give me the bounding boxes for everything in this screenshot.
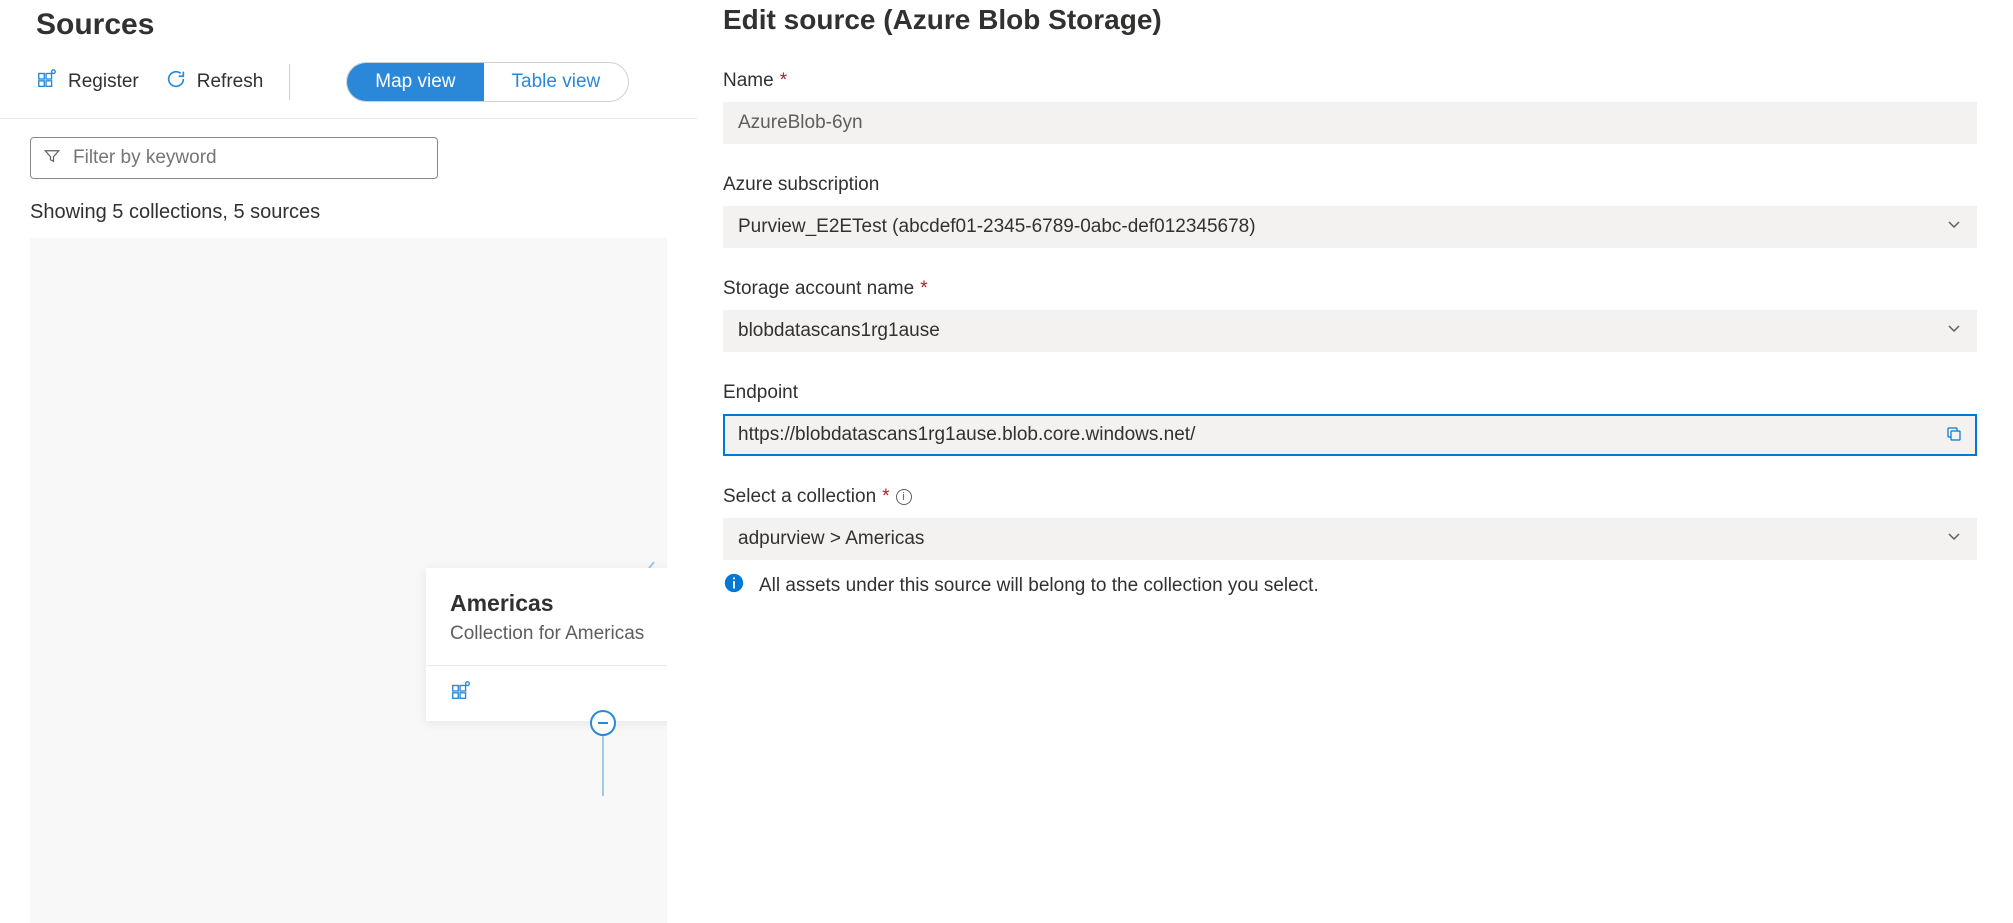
collection-label: Select a collection (723, 486, 876, 508)
refresh-label: Refresh (197, 71, 264, 93)
register-button[interactable]: Register (36, 68, 139, 96)
toolbar-separator (289, 64, 290, 100)
register-grid-icon (36, 68, 58, 96)
storage-label: Storage account name (723, 278, 914, 300)
toolbar: Register Refresh Map view Table view (0, 62, 697, 119)
filter-icon (43, 147, 61, 170)
collection-dropdown[interactable]: adpurview > Americas (723, 518, 1977, 560)
name-label: Name (723, 70, 774, 92)
filter-input-wrapper[interactable] (30, 137, 438, 179)
endpoint-value: https://blobdatascans1rg1ause.blob.core.… (738, 424, 1943, 446)
storage-account-dropdown[interactable]: blobdatascans1rg1ause (723, 310, 1977, 352)
chevron-down-icon (1946, 528, 1962, 550)
required-indicator: * (920, 278, 927, 300)
edit-source-panel: Edit source (Azure Blob Storage) Name * … (697, 0, 2013, 923)
name-value: AzureBlob-6yn (738, 112, 1962, 134)
storage-value: blobdatascans1rg1ause (738, 320, 1946, 342)
name-field: AzureBlob-6yn (723, 102, 1977, 144)
collection-card-title: Americas (450, 590, 667, 617)
connector-stub-icon (602, 736, 604, 796)
map-view-button[interactable]: Map view (347, 63, 483, 101)
collapse-node-button[interactable] (590, 710, 616, 736)
map-canvas[interactable]: Americas Collection for Americas View (30, 238, 667, 923)
info-solid-icon (723, 572, 745, 600)
chevron-down-icon (1946, 216, 1962, 238)
refresh-button[interactable]: Refresh (165, 68, 264, 96)
view-toggle: Map view Table view (346, 62, 629, 102)
endpoint-label: Endpoint (723, 382, 798, 404)
collection-helper-text: All assets under this source will belong… (759, 575, 1319, 597)
collection-grid-icon (450, 680, 472, 707)
filter-input[interactable] (73, 147, 425, 169)
page-title: Sources (36, 8, 661, 42)
register-label: Register (68, 71, 139, 93)
required-indicator: * (780, 70, 787, 92)
info-icon[interactable]: i (896, 489, 912, 505)
panel-title: Edit source (Azure Blob Storage) (723, 4, 1977, 36)
subscription-dropdown[interactable]: Purview_E2ETest (abcdef01-2345-6789-0abc… (723, 206, 1977, 248)
refresh-icon (165, 68, 187, 96)
minus-icon (596, 716, 610, 730)
collection-card[interactable]: Americas Collection for Americas View (426, 568, 667, 721)
required-indicator: * (882, 486, 889, 508)
collection-card-subtitle: Collection for Americas (450, 623, 667, 645)
endpoint-field[interactable]: https://blobdatascans1rg1ause.blob.core.… (723, 414, 1977, 456)
sources-pane: Sources Register Refresh Map view Table … (0, 0, 697, 923)
copy-endpoint-button[interactable] (1943, 423, 1965, 448)
copy-icon (1945, 425, 1963, 446)
chevron-down-icon (1946, 320, 1962, 342)
subscription-value: Purview_E2ETest (abcdef01-2345-6789-0abc… (738, 216, 1946, 238)
subscription-label: Azure subscription (723, 174, 879, 196)
collection-value: adpurview > Americas (738, 528, 1946, 550)
table-view-button[interactable]: Table view (484, 63, 629, 101)
results-summary: Showing 5 collections, 5 sources (0, 179, 697, 238)
